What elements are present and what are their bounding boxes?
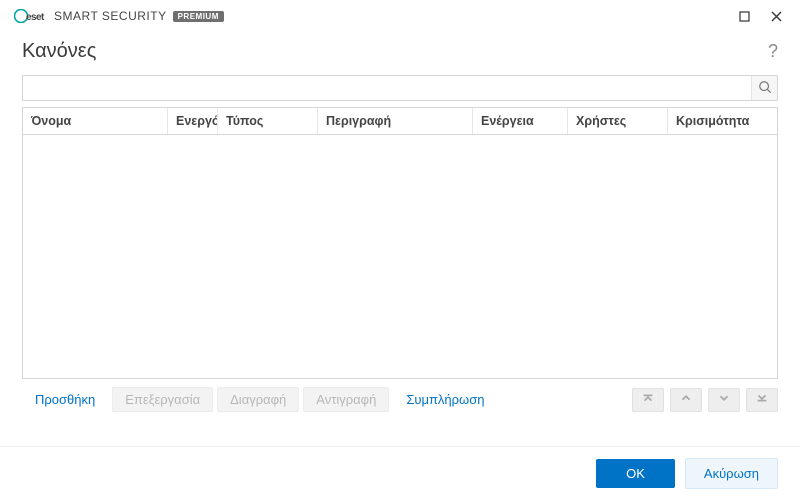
cancel-button[interactable]: Ακύρωση [685,458,778,489]
search-icon [758,80,772,97]
search-button[interactable] [751,76,777,100]
close-button[interactable] [762,5,790,27]
header: Κανόνες ? [0,30,800,75]
page-title: Κανόνες [22,40,96,63]
move-bottom-button [746,388,778,412]
titlebar: e s e t SMART SECURITY PREMIUM [0,0,800,30]
move-top-button [632,388,664,412]
svg-text:t: t [41,12,45,23]
chevron-up-icon [679,391,693,408]
move-down-button [708,388,740,412]
brand-badge: PREMIUM [173,11,224,22]
search-row [22,75,778,101]
populate-button[interactable]: Συμπλήρωση [393,387,497,412]
eset-logo: e s e t [14,9,48,23]
brand: e s e t SMART SECURITY PREMIUM [14,9,224,23]
col-description[interactable]: Περιγραφή [318,108,473,134]
search-input[interactable] [22,75,778,101]
footer: OK Ακύρωση [0,446,800,500]
delete-button: Διαγραφή [217,387,299,412]
col-severity[interactable]: Κρισιμότητα [668,108,777,134]
chevron-down-icon [717,391,731,408]
ok-button[interactable]: OK [596,459,675,488]
rules-table: Όνομα Ενεργό Τύπος Περιγραφή Ενέργεια Χρ… [22,107,778,379]
chevron-top-icon [641,391,655,408]
help-icon[interactable]: ? [768,41,778,62]
action-row: Προσθήκη Επεξεργασία Διαγραφή Αντιγραφή … [22,379,778,418]
col-action[interactable]: Ενέργεια [473,108,568,134]
edit-button: Επεξεργασία [112,387,213,412]
window-controls [730,5,790,27]
brand-text: SMART SECURITY [54,9,167,23]
move-up-button [670,388,702,412]
table-header: Όνομα Ενεργό Τύπος Περιγραφή Ενέργεια Χρ… [23,108,777,135]
add-button[interactable]: Προσθήκη [22,387,108,412]
copy-button: Αντιγραφή [303,387,389,412]
action-left: Προσθήκη Επεξεργασία Διαγραφή Αντιγραφή … [22,387,497,412]
action-right [632,388,778,412]
content: Όνομα Ενεργό Τύπος Περιγραφή Ενέργεια Χρ… [0,75,800,418]
col-type[interactable]: Τύπος [218,108,318,134]
chevron-bottom-icon [755,391,769,408]
col-users[interactable]: Χρήστες [568,108,668,134]
col-name[interactable]: Όνομα [23,108,168,134]
maximize-button[interactable] [730,5,758,27]
col-active[interactable]: Ενεργό [168,108,218,134]
